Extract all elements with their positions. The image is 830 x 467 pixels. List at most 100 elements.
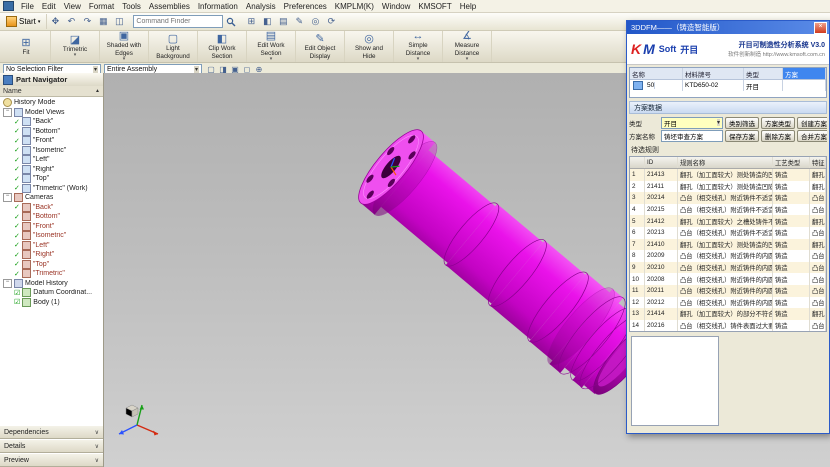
rule-row[interactable]: 6 20213 凸台（相交线孔）附近铸件不适宜的结构 铸造 凸台: [630, 227, 826, 239]
camera-item[interactable]: ✓ "Front": [0, 222, 103, 232]
wcs-triad[interactable]: [119, 405, 158, 436]
rule-row[interactable]: 5 21412 翻孔（加工面较大）之槽处铸件不适宜… 铸造 翻孔: [630, 215, 826, 227]
cameras-node[interactable]: − Cameras: [0, 193, 103, 203]
col-scheme[interactable]: 方案: [783, 68, 826, 79]
toolbar-icon[interactable]: ✥: [48, 15, 62, 28]
part-row[interactable]: 50 KTD650-02 开目: [630, 80, 826, 91]
col-material[interactable]: 材料牌号: [683, 68, 744, 79]
menu-item[interactable]: Format: [85, 2, 118, 11]
toolbar-icon[interactable]: ◎: [308, 15, 322, 28]
camera-item[interactable]: ✓ "Right": [0, 250, 103, 260]
menu-item[interactable]: Analysis: [242, 2, 280, 11]
checkbox-icon[interactable]: ☑: [14, 289, 20, 297]
model-view-item[interactable]: ✓ "Top": [0, 174, 103, 184]
model-view-item[interactable]: ✓ "Front": [0, 136, 103, 146]
menu-item[interactable]: Tools: [118, 2, 145, 11]
camera-item[interactable]: ✓ "Top": [0, 260, 103, 270]
rule-row[interactable]: 12 20212 凸台（相交线孔）附近铸件的内圆角过小 铸造 凸台: [630, 297, 826, 309]
collapsed-panel-bar[interactable]: Details ∨: [0, 439, 103, 453]
collapse-icon[interactable]: −: [3, 193, 12, 202]
category-filter-button[interactable]: 类别筛选: [725, 117, 759, 129]
tree-column-header[interactable]: Name ▲: [0, 86, 103, 97]
rule-row[interactable]: 9 20210 凸台（相交线孔）附近铸件的内圆角过小 铸造 凸台: [630, 262, 826, 274]
toolbar-button[interactable]: ⊞ Fit: [2, 31, 51, 62]
col-rule-process[interactable]: 工艺类型: [773, 157, 810, 168]
collapsed-panel-bar[interactable]: Preview ∨: [0, 453, 103, 467]
create-scheme-button[interactable]: 创建方案: [797, 117, 827, 129]
toolbar-icon[interactable]: ◫: [112, 15, 126, 28]
toolbar-button[interactable]: ▤ Edit Work Section ▾: [247, 31, 296, 62]
close-icon[interactable]: ×: [814, 22, 827, 34]
camera-item[interactable]: ✓ "Trimetric": [0, 269, 103, 279]
model-view-item[interactable]: ✓ "Isometric": [0, 146, 103, 156]
kmsoft-panel-titlebar[interactable]: 3DDFM——（铸造智能版） ×: [627, 21, 829, 34]
start-button[interactable]: Start ▾: [0, 14, 47, 29]
model-view-item[interactable]: ✓ "Bottom": [0, 127, 103, 137]
camera-item[interactable]: ✓ "Left": [0, 241, 103, 251]
toolbar-icon[interactable]: ⟳: [324, 15, 338, 28]
camera-item[interactable]: ✓ "Bottom": [0, 212, 103, 222]
toolbar-icon[interactable]: ↷: [80, 15, 94, 28]
menu-item[interactable]: View: [60, 2, 85, 11]
menu-item[interactable]: Preferences: [280, 2, 331, 11]
rule-row[interactable]: 3 20214 凸台（相交线孔）附近铸件不适宜的结构 铸造 凸台: [630, 192, 826, 204]
toolbar-button[interactable]: ▢ Light Background: [149, 31, 198, 62]
toolbar-icon[interactable]: ⊞: [244, 15, 258, 28]
menu-item[interactable]: KMSOFT: [414, 2, 455, 11]
col-rule-feature[interactable]: 特征: [810, 157, 826, 168]
model-view-item[interactable]: ✓ "Trimetric" (Work): [0, 184, 103, 194]
camera-item[interactable]: ✓ "Isometric": [0, 231, 103, 241]
col-rule-id[interactable]: ID: [645, 157, 678, 168]
camera-item[interactable]: ✓ "Back": [0, 203, 103, 213]
rule-row[interactable]: 4 20215 凸台（相交线孔）附近铸件不适宜的结构 铸造 凸台: [630, 204, 826, 216]
toolbar-button[interactable]: ↔ Simple Distance ▾: [394, 31, 443, 62]
col-name[interactable]: 名称: [630, 68, 683, 79]
menu-item[interactable]: KMPLM(K): [331, 2, 378, 11]
menu-item[interactable]: Edit: [38, 2, 60, 11]
command-finder-input[interactable]: [133, 15, 223, 28]
collapse-icon[interactable]: −: [3, 279, 12, 288]
col-type[interactable]: 类型: [744, 68, 783, 79]
model-history-item[interactable]: ☑ Body (1): [0, 298, 103, 308]
type-dropdown[interactable]: 开目 ▾: [661, 117, 723, 129]
model-view-item[interactable]: ✓ "Right": [0, 165, 103, 175]
datum-cube[interactable]: [126, 405, 138, 417]
model-view-item[interactable]: ✓ "Back": [0, 117, 103, 127]
toolbar-icon[interactable]: ✎: [292, 15, 306, 28]
checkbox-icon[interactable]: ☑: [14, 298, 20, 306]
toolbar-icon[interactable]: ↶: [64, 15, 78, 28]
rule-row[interactable]: 14 20216 凸台（相交线孔）铸件表面过大要素 铸造 凸台: [630, 320, 826, 332]
rule-row[interactable]: 8 20209 凸台（相交线孔）附近铸件的内圆角过小 铸造 凸台: [630, 250, 826, 262]
menu-item[interactable]: Information: [194, 2, 242, 11]
magenta-part[interactable]: [348, 120, 664, 407]
save-scheme-button[interactable]: 保存方案: [725, 130, 759, 142]
model-views-node[interactable]: − Model Views: [0, 108, 103, 118]
model-history-item[interactable]: ☑ Datum Coordinat...: [0, 288, 103, 298]
rule-row[interactable]: 13 21414 翻孔（加工面较大）的部分不符合铸造… 铸造 翻孔: [630, 308, 826, 320]
toolbar-icon[interactable]: ▦: [96, 15, 110, 28]
delete-scheme-button[interactable]: 删除方案: [761, 130, 795, 142]
search-icon[interactable]: [224, 15, 237, 28]
model-history-node[interactable]: − Model History: [0, 279, 103, 289]
rule-row[interactable]: 11 20211 凸台（相交线孔）附近铸件的内圆角过小 铸造 凸台: [630, 285, 826, 297]
toolbar-button[interactable]: ✎ Edit Object Display: [296, 31, 345, 62]
menu-item[interactable]: Assemblies: [145, 2, 194, 11]
collapse-icon[interactable]: −: [3, 108, 12, 117]
model-view-item[interactable]: ✓ "Left": [0, 155, 103, 165]
rule-row[interactable]: 2 21411 翻孔（加工面较大）测处铸造凹陷不适… 铸造 翻孔: [630, 181, 826, 193]
merge-scheme-button[interactable]: 合并方案: [797, 130, 827, 142]
scheme-name-input[interactable]: [661, 130, 723, 142]
history-mode-node[interactable]: History Mode: [0, 98, 103, 108]
col-rule-index[interactable]: [630, 157, 645, 168]
rule-row[interactable]: 1 21413 翻孔（加工面较大）测处铸造的凹陷不适… 铸造 翻孔: [630, 169, 826, 181]
toolbar-button[interactable]: ▣ Shaded with Edges ▾: [100, 31, 149, 62]
scheme-type-button[interactable]: 方案类型: [761, 117, 795, 129]
toolbar-button[interactable]: ◪ Trimetric ▾: [51, 31, 100, 62]
menu-item[interactable]: File: [17, 2, 38, 11]
menu-item[interactable]: Help: [456, 2, 480, 11]
toolbar-button[interactable]: ◎ Show and Hide: [345, 31, 394, 62]
collapsed-panel-bar[interactable]: Dependencies ∨: [0, 425, 103, 439]
rule-row[interactable]: 7 21410 翻孔（加工面较大）测处铸造的凹陷… 铸造 翻孔: [630, 239, 826, 251]
toolbar-button[interactable]: ∡ Measure Distance ▾: [443, 31, 492, 62]
rule-row[interactable]: 10 20208 凸台（相交线孔）附近铸件的内圆角过小 铸造 凸台: [630, 273, 826, 285]
